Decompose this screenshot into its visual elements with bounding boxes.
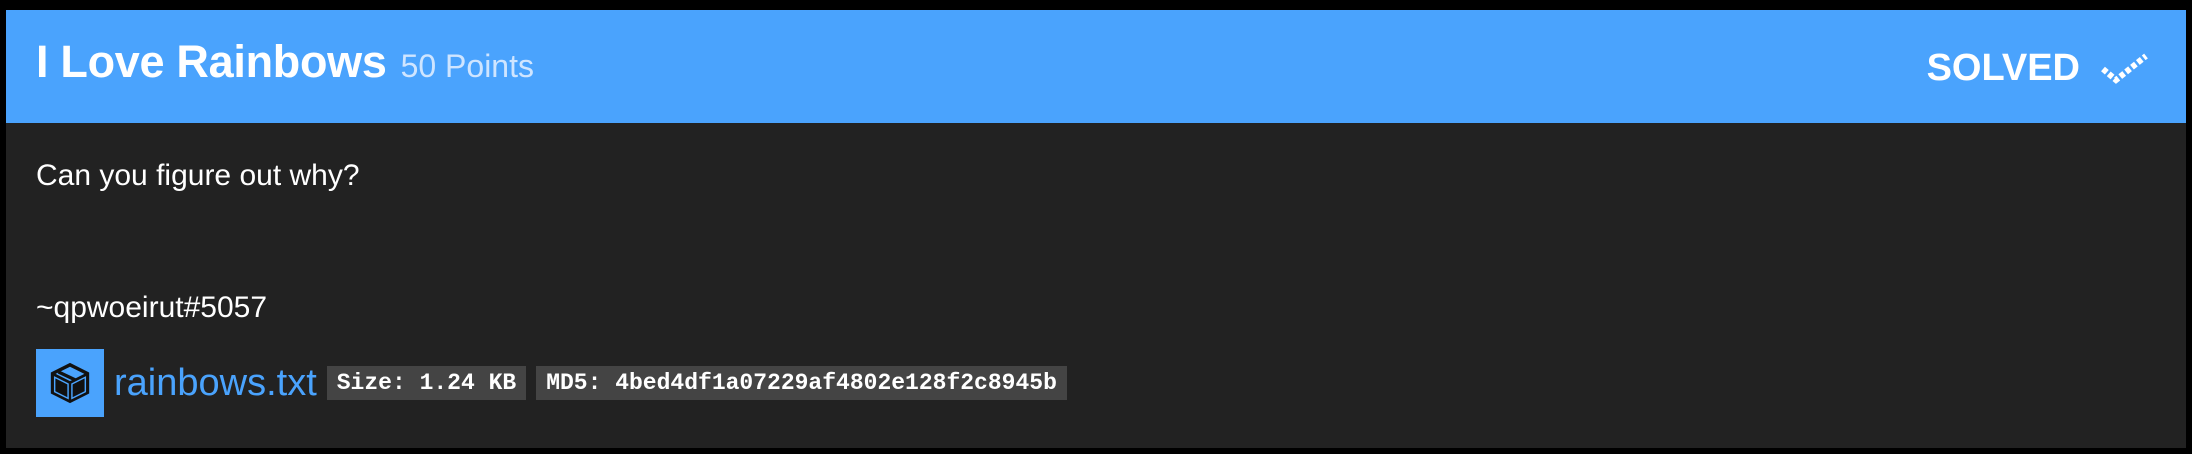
status-group: SOLVED	[1927, 40, 2150, 96]
challenge-description: Can you figure out why?	[36, 159, 360, 192]
challenge-body: Can you figure out why? ~qpwoeirut#5057 …	[6, 123, 2186, 448]
title-group: I Love Rainbows 50 Points	[36, 36, 534, 92]
file-download-link[interactable]: rainbows.txt	[114, 362, 317, 405]
page: I Love Rainbows 50 Points SOLVED Can you…	[0, 0, 2192, 454]
checkmark-icon	[2100, 51, 2150, 85]
challenge-title: I Love Rainbows	[36, 36, 387, 87]
challenge-header[interactable]: I Love Rainbows 50 Points SOLVED	[6, 10, 2186, 123]
challenge-points: 50 Points	[400, 48, 534, 84]
challenge-card: I Love Rainbows 50 Points SOLVED Can you…	[6, 10, 2186, 448]
file-size-badge: Size: 1.24 KB	[326, 366, 527, 400]
package-icon[interactable]	[36, 349, 104, 417]
solved-status: SOLVED	[1926, 46, 2080, 89]
challenge-author: ~qpwoeirut#5057	[36, 291, 268, 324]
file-attachment: rainbows.txt Size: 1.24 KB MD5: 4bed4df1…	[36, 349, 1067, 417]
file-md5-badge: MD5: 4bed4df1a07229af4802e128f2c8945b	[536, 366, 1067, 400]
